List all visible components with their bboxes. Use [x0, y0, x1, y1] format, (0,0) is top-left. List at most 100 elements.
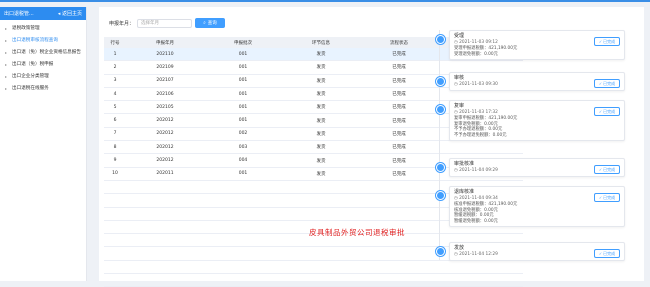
chevron-right-icon: ▸ [5, 50, 8, 55]
timeline-dot-icon [436, 247, 445, 256]
timeline-dot-icon [436, 105, 445, 114]
table-cell: 1 [113, 51, 117, 57]
table-cell: 2 [113, 64, 117, 70]
timeline-card: 复审 ◷ 2021-11-03 17:32 复审申报退税额：421,190.00元复… [449, 100, 625, 141]
empty-row [104, 261, 523, 275]
query-button[interactable]: ⌕ 查询 [195, 18, 226, 28]
sidebar-item-classification[interactable]: ▸ 出口企业分类管理 [0, 71, 86, 83]
table-cell: 发货 [316, 92, 326, 98]
header-cell: 申报批次 [234, 40, 252, 46]
status-badge: ✓ 已完成 [594, 249, 620, 258]
table-cell: 001 [238, 104, 248, 110]
status-badge: ✓ 已完成 [594, 79, 620, 88]
table-cell: 发货 [316, 131, 326, 137]
table-cell: 7 [113, 131, 117, 137]
timeline-time-text: 2021-11-03 09:30 [459, 82, 498, 87]
table-cell: 4 [113, 91, 117, 97]
table-cell: 001 [238, 64, 248, 70]
table-cell: 001 [238, 171, 248, 177]
back-home-link[interactable]: ◂ 返回主页 [58, 10, 82, 17]
sidebar: 出口退税管... ◂ 返回主页 ▸ 退税政策管理 ▸ 出口退税审核流程查询 ▸ 出口退… [0, 7, 87, 281]
query-button-label: 查询 [207, 21, 217, 26]
timeline-dot-icon [436, 35, 445, 44]
status-badge: ✓ 已完成 [594, 193, 620, 202]
status-badge-label: 已完成 [603, 166, 616, 172]
sidebar-header: 出口退税管... ◂ 返回主页 [0, 7, 86, 20]
sidebar-item-label: 出口退（免）税企业资格信息报告 [12, 50, 81, 55]
header-cell: 申报年月 [156, 40, 174, 46]
sidebar-title[interactable]: 出口退税管... [4, 10, 58, 17]
table-cell: 202109 [156, 64, 174, 70]
table-cell: 001 [238, 91, 248, 97]
month-picker-placeholder: 选择年月 [141, 21, 160, 26]
timeline-dot-icon [436, 191, 445, 200]
table-cell: 9 [113, 158, 117, 164]
table-cell: 001 [238, 118, 248, 124]
status-badge-label: 已完成 [603, 108, 616, 114]
timeline-dot-icon [436, 163, 445, 172]
chevron-right-icon: ▸ [5, 26, 8, 31]
search-icon: ⌕ [203, 21, 206, 26]
timeline-detail-line: 暂缓退免税额：0.00元 [454, 218, 498, 224]
watermark-text: 皮具制品外贸公司退税审批 [309, 228, 405, 237]
table-cell: 202107 [156, 78, 174, 84]
table-row[interactable]: 8 202012 003 发货 已完成 [104, 141, 523, 155]
table-cell: 202012 [156, 131, 174, 137]
table-cell: 202012 [156, 144, 174, 150]
sidebar-item-qualification[interactable]: ▸ 出口退（免）税企业资格信息报告 [0, 47, 86, 59]
timeline-time-text: 2021-11-03 09:12 [459, 40, 498, 45]
table-cell: 已完成 [392, 145, 406, 151]
table-cell: 已完成 [392, 171, 406, 177]
table-cell: 202110 [156, 51, 174, 57]
table-cell: 3 [113, 78, 117, 84]
table-cell: 002 [238, 131, 248, 137]
table-cell: 已完成 [392, 158, 406, 164]
table-cell: 8 [113, 144, 117, 150]
timeline-line [439, 30, 440, 260]
check-icon: ✓ [598, 39, 603, 44]
sidebar-item-label: 出口退税审核流程查询 [12, 38, 58, 43]
check-icon: ✓ [598, 251, 603, 256]
status-badge: ✓ 已完成 [594, 37, 620, 46]
top-accent-bar [0, 0, 650, 2]
chevron-right-icon: ▸ [5, 86, 8, 91]
chevron-right-icon: ▸ [5, 38, 8, 43]
filter-bar: 申报年月： 选择年月 ⌕ 查询 [109, 18, 226, 28]
sidebar-item-online-service[interactable]: ▸ 出口退税在线服务 [0, 83, 86, 95]
sidebar-item-policy[interactable]: ▸ 退税政策管理 [0, 23, 86, 35]
table-cell: 202105 [156, 104, 174, 110]
check-icon: ✓ [598, 81, 603, 86]
table-cell: 10 [112, 171, 118, 177]
sidebar-item-declaration[interactable]: ▸ 出口退（免）税申报 [0, 59, 86, 71]
sidebar-item-process-query[interactable]: ▸ 出口退税审核流程查询 [0, 35, 86, 47]
chevron-right-icon: ▸ [5, 74, 8, 79]
timeline-card: 受理 ◷ 2021-11-03 09:12 受理申报退税额：421,190.00元受… [449, 30, 625, 60]
timeline-time-text: 2021-11-04 09:34 [459, 196, 498, 201]
filter-label: 申报年月： [109, 20, 135, 27]
back-home-label: 返回主页 [61, 11, 82, 17]
header-cell: 行号 [110, 40, 120, 46]
timeline-card: 发放 ◷ 2021-11-04 12:29 ✓ 已完成 [449, 242, 625, 261]
table-cell: 已完成 [392, 78, 406, 84]
timeline-card: 审批核准 ◷ 2021-11-04 09:29 ✓ 已完成 [449, 158, 625, 177]
timeline-dot-icon [436, 77, 445, 86]
timeline-card: 审核 ◷ 2021-11-03 09:30 ✓ 已完成 [449, 72, 625, 91]
sidebar-item-label: 出口退税在线服务 [12, 86, 49, 91]
status-badge-label: 已完成 [603, 250, 616, 256]
timeline-time-text: 2021-11-04 12:29 [459, 252, 498, 257]
table-cell: 发货 [316, 145, 326, 151]
month-picker-input[interactable]: 选择年月 [137, 18, 193, 28]
check-icon: ✓ [598, 167, 603, 172]
table-cell: 已完成 [392, 52, 406, 58]
check-icon: ✓ [598, 109, 603, 114]
header-cell: 环节信息 [312, 40, 330, 46]
table-cell: 001 [238, 51, 248, 57]
table-cell: 发货 [316, 158, 326, 164]
timeline-time-text: 2021-11-03 17:32 [459, 110, 498, 115]
sidebar-item-label: 退税政策管理 [12, 26, 40, 31]
table-cell: 发货 [316, 65, 326, 71]
table-cell: 发货 [316, 52, 326, 58]
status-badge-label: 已完成 [603, 194, 616, 200]
timeline-detail-line: 不予办理退免税额：0.00元 [454, 132, 507, 138]
table-cell: 发货 [316, 171, 326, 177]
